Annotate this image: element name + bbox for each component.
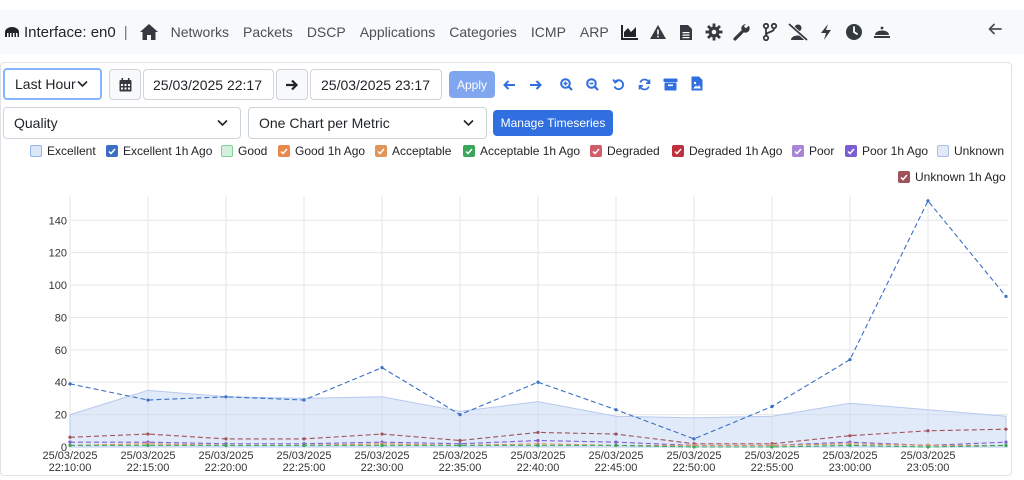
series-excellent-1h-ago-point bbox=[458, 413, 462, 417]
x-tick-label: 25/03/2025 bbox=[354, 450, 409, 462]
series-excellent-1h-ago-point bbox=[926, 199, 930, 203]
x-tick-label: 23:05:00 bbox=[907, 462, 950, 474]
series-degraded-1h-ago-point bbox=[380, 432, 384, 436]
x-tick-label: 25/03/2025 bbox=[744, 450, 799, 462]
series-degraded-1h-ago-point bbox=[1004, 427, 1008, 431]
x-tick-label: 22:15:00 bbox=[127, 462, 170, 474]
x-tick-label: 25/03/2025 bbox=[510, 450, 565, 462]
x-tick-label: 22:20:00 bbox=[205, 462, 248, 474]
y-tick-label: 140 bbox=[49, 215, 67, 227]
x-tick-label: 25/03/2025 bbox=[588, 450, 643, 462]
series-acceptable-1h-ago-point bbox=[302, 443, 306, 447]
series-excellent-1h-ago-point bbox=[692, 437, 696, 441]
series-acceptable-1h-ago-point bbox=[68, 443, 72, 447]
y-tick-label: 60 bbox=[55, 345, 67, 357]
series-degraded-1h-ago-point bbox=[68, 435, 72, 439]
series-excellent-1h-ago-point bbox=[614, 408, 618, 412]
x-tick-label: 25/03/2025 bbox=[276, 450, 331, 462]
series-acceptable-1h-ago-point bbox=[848, 443, 852, 447]
series-excellent-1h-ago-point bbox=[380, 366, 384, 370]
series-poor-1h-ago-point bbox=[68, 440, 72, 444]
x-tick-label: 22:55:00 bbox=[751, 462, 794, 474]
y-tick-label: 40 bbox=[55, 377, 67, 389]
series-excellent-1h-ago-point bbox=[224, 395, 228, 399]
y-tick-label: 100 bbox=[49, 280, 67, 292]
series-excellent-1h-ago-point bbox=[536, 380, 540, 384]
x-tick-label: 22:25:00 bbox=[283, 462, 326, 474]
y-tick-label: 20 bbox=[55, 410, 67, 422]
series-excellent-1h-ago-point bbox=[68, 382, 72, 386]
x-tick-label: 22:50:00 bbox=[673, 462, 716, 474]
x-tick-label: 22:40:00 bbox=[517, 462, 560, 474]
x-tick-label: 23:00:00 bbox=[829, 462, 872, 474]
series-acceptable-1h-ago-point bbox=[1004, 443, 1008, 447]
series-degraded-1h-ago-point bbox=[146, 432, 150, 436]
series-excellent-1h-ago-point bbox=[770, 404, 774, 409]
y-tick-label: 80 bbox=[55, 312, 67, 324]
series-excellent-1h-ago-point bbox=[302, 398, 306, 402]
series-degraded-1h-ago-point bbox=[224, 437, 228, 441]
series-degraded-1h-ago-point bbox=[848, 434, 852, 438]
series-excellent-1h-ago-point bbox=[1004, 294, 1008, 298]
series-acceptable-1h-ago-point bbox=[926, 445, 930, 449]
x-tick-label: 25/03/2025 bbox=[198, 450, 253, 462]
x-tick-label: 25/03/2025 bbox=[666, 450, 721, 462]
x-tick-label: 22:10:00 bbox=[49, 462, 92, 474]
y-tick-label: 120 bbox=[49, 248, 67, 260]
series-degraded-1h-ago-point bbox=[302, 437, 306, 441]
series-acceptable-1h-ago-point bbox=[224, 443, 228, 447]
x-tick-label: 22:35:00 bbox=[439, 462, 482, 474]
x-tick-label: 25/03/2025 bbox=[42, 450, 97, 462]
series-poor-1h-ago-point bbox=[614, 440, 618, 444]
series-acceptable-1h-ago-point bbox=[380, 443, 384, 447]
x-tick-label: 25/03/2025 bbox=[900, 450, 955, 462]
series-poor-1h-ago-point bbox=[1004, 440, 1008, 444]
x-tick-label: 22:45:00 bbox=[595, 462, 638, 474]
series-degraded-1h-ago-point bbox=[458, 438, 462, 443]
x-tick-label: 25/03/2025 bbox=[822, 450, 877, 462]
series-acceptable-1h-ago-point bbox=[614, 443, 618, 447]
series-degraded-1h-ago-point bbox=[536, 430, 540, 435]
series-poor-1h-ago-point bbox=[536, 438, 540, 443]
series-acceptable-1h-ago-point bbox=[458, 443, 462, 447]
series-acceptable-1h-ago-point bbox=[146, 443, 150, 447]
x-tick-label: 25/03/2025 bbox=[432, 450, 487, 462]
series-degraded-1h-ago-point bbox=[926, 429, 930, 433]
series-degraded-1h-ago-point bbox=[614, 432, 618, 436]
series-excellent-1h-ago-point bbox=[848, 357, 852, 362]
x-tick-label: 22:30:00 bbox=[361, 462, 404, 474]
x-tick-label: 25/03/2025 bbox=[120, 450, 175, 462]
series-acceptable-1h-ago-point bbox=[536, 443, 540, 447]
series-acceptable-1h-ago-point bbox=[692, 445, 696, 449]
series-excellent-1h-ago-point bbox=[146, 398, 150, 402]
series-acceptable-1h-ago-point bbox=[770, 445, 774, 449]
quality-timeseries-chart[interactable]: 02040608010012014025/03/202522:10:0025/0… bbox=[0, 0, 1024, 480]
